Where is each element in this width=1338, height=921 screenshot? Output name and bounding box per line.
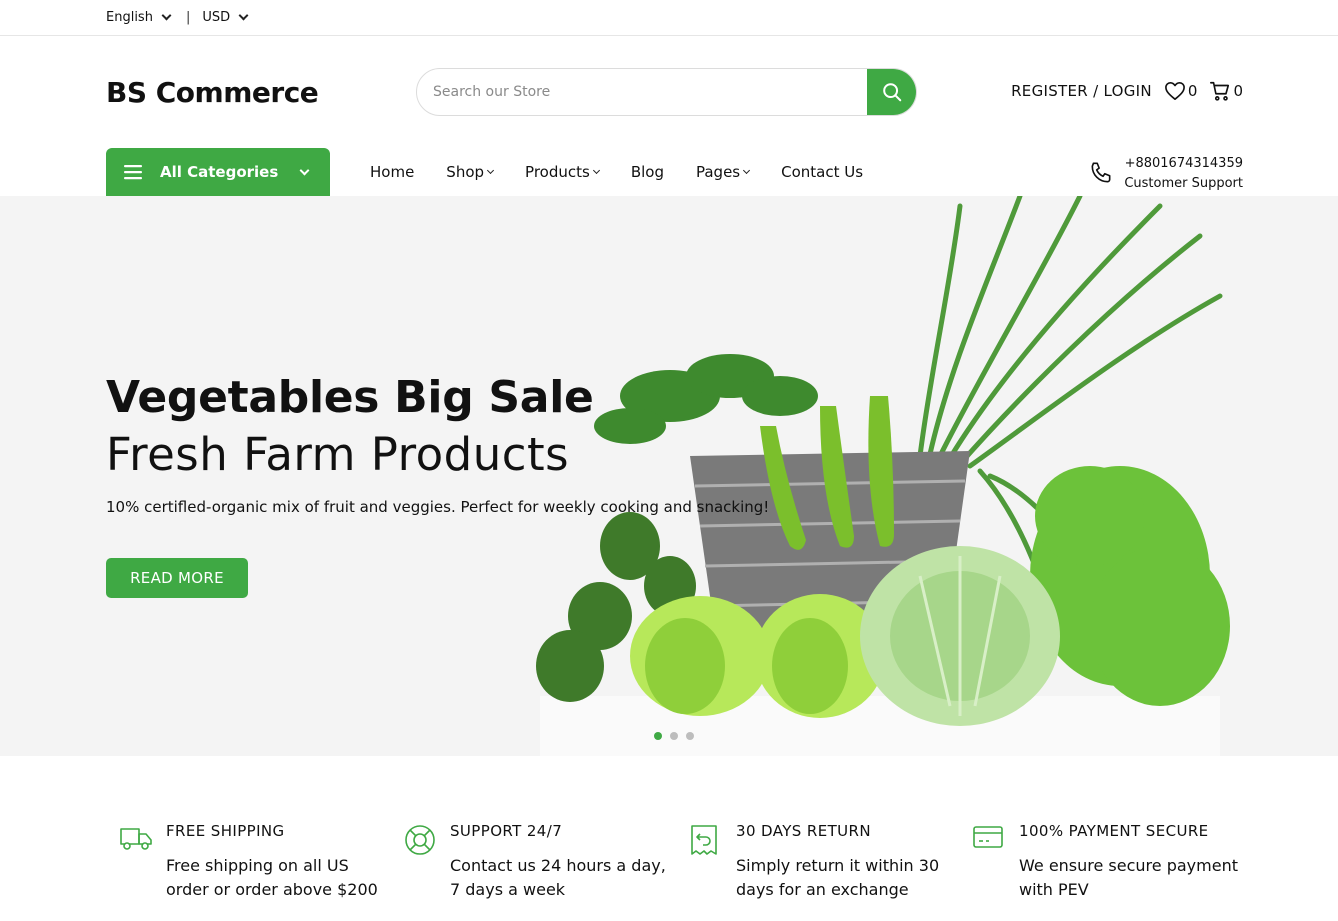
search-icon <box>882 83 901 102</box>
features-row: FREE SHIPPING Free shipping on all US or… <box>0 818 1338 921</box>
support-label: Customer Support <box>1124 176 1243 191</box>
nav-menu: Home Shop Products Blog Pages Contact Us <box>370 148 863 196</box>
hero-title: Vegetables Big Sale <box>106 372 594 423</box>
all-categories-label: All Categories <box>160 163 279 181</box>
nav-item-label: Home <box>370 163 415 181</box>
slider-dot[interactable] <box>654 732 662 740</box>
chevron-down-icon <box>161 10 172 21</box>
chevron-down-icon <box>238 10 249 21</box>
nav-item-label: Shop <box>446 163 485 181</box>
currency-select[interactable]: USD <box>202 10 249 25</box>
feature-description: Simply return it within 30 days for an e… <box>736 856 940 899</box>
nav-item-contact-us[interactable]: Contact Us <box>781 163 863 181</box>
site-logo[interactable]: BS Commerce <box>106 76 319 109</box>
language-label: English <box>106 10 153 25</box>
read-more-button[interactable]: READ MORE <box>106 558 248 598</box>
nav-item-label: Pages <box>695 163 741 181</box>
hero-subtitle: Fresh Farm Products <box>106 428 570 481</box>
currency-label: USD <box>202 10 231 25</box>
hero-description: 10% certifled-organic mix of fruit and v… <box>106 498 770 516</box>
phone-icon <box>1091 162 1111 183</box>
top-bar: English | USD <box>0 0 1338 36</box>
all-categories-button[interactable]: All Categories <box>106 148 330 196</box>
topbar-separator: | <box>185 10 191 25</box>
nav-item-home[interactable]: Home <box>370 163 414 181</box>
nav-item-blog[interactable]: Blog <box>631 163 664 181</box>
register-login-link[interactable]: REGISTER / LOGIN <box>1011 82 1152 100</box>
hero-banner: Vegetables Big Sale Fresh Farm Products … <box>0 196 1338 756</box>
nav-item-products[interactable]: Products <box>525 163 600 181</box>
nav-item-label: Contact Us <box>781 163 864 181</box>
cart-icon <box>1210 81 1230 101</box>
slider-dot[interactable] <box>686 732 694 740</box>
main-nav: All Categories Home Shop Products Blog P… <box>0 148 1338 196</box>
wishlist-count: 0 <box>1187 82 1198 100</box>
nav-item-pages[interactable]: Pages <box>695 163 751 181</box>
chevron-down-icon <box>299 165 310 175</box>
header-actions: REGISTER / LOGIN 0 0 <box>1011 80 1243 102</box>
slider-dots <box>654 732 694 740</box>
credit-card-icon <box>973 826 1003 848</box>
site-header: BS Commerce REGISTER / LOGIN 0 0 <box>0 36 1338 148</box>
heart-icon <box>1164 82 1185 100</box>
chevron-down-icon <box>592 166 600 174</box>
nav-item-label: Products <box>525 163 590 181</box>
support-phone: +8801674314359 <box>1124 156 1243 171</box>
cart-button[interactable]: 0 <box>1209 80 1243 102</box>
feature-title: FREE SHIPPING <box>166 822 285 840</box>
feature-title: SUPPORT 24/7 <box>450 822 563 840</box>
nav-item-label: Blog <box>630 163 664 181</box>
feature-title: 30 DAYS RETURN <box>736 822 871 840</box>
lifebuoy-icon <box>405 825 435 855</box>
truck-icon <box>120 828 152 850</box>
feature-description: Contact us 24 hours a day, 7 days a week <box>450 856 666 899</box>
wishlist-button[interactable]: 0 <box>1164 81 1198 101</box>
chevron-down-icon <box>743 166 751 174</box>
vegetables-image <box>536 196 1230 756</box>
customer-support[interactable]: +8801674314359 Customer Support <box>1091 154 1243 194</box>
feature-description: We ensure secure payment with PEV <box>1019 856 1238 899</box>
hamburger-icon <box>124 165 142 180</box>
return-icon <box>691 825 717 855</box>
language-select[interactable]: English <box>106 10 172 25</box>
cart-count: 0 <box>1233 82 1243 100</box>
feature-title: 100% PAYMENT SECURE <box>1019 822 1209 840</box>
feature-description: Free shipping on all US order or order a… <box>166 856 378 899</box>
chevron-down-icon <box>486 166 495 174</box>
search-input[interactable] <box>417 69 867 115</box>
search-button[interactable] <box>867 69 916 115</box>
search-bar <box>416 68 917 116</box>
slider-dot[interactable] <box>670 732 678 740</box>
nav-item-shop[interactable]: Shop <box>446 163 495 181</box>
